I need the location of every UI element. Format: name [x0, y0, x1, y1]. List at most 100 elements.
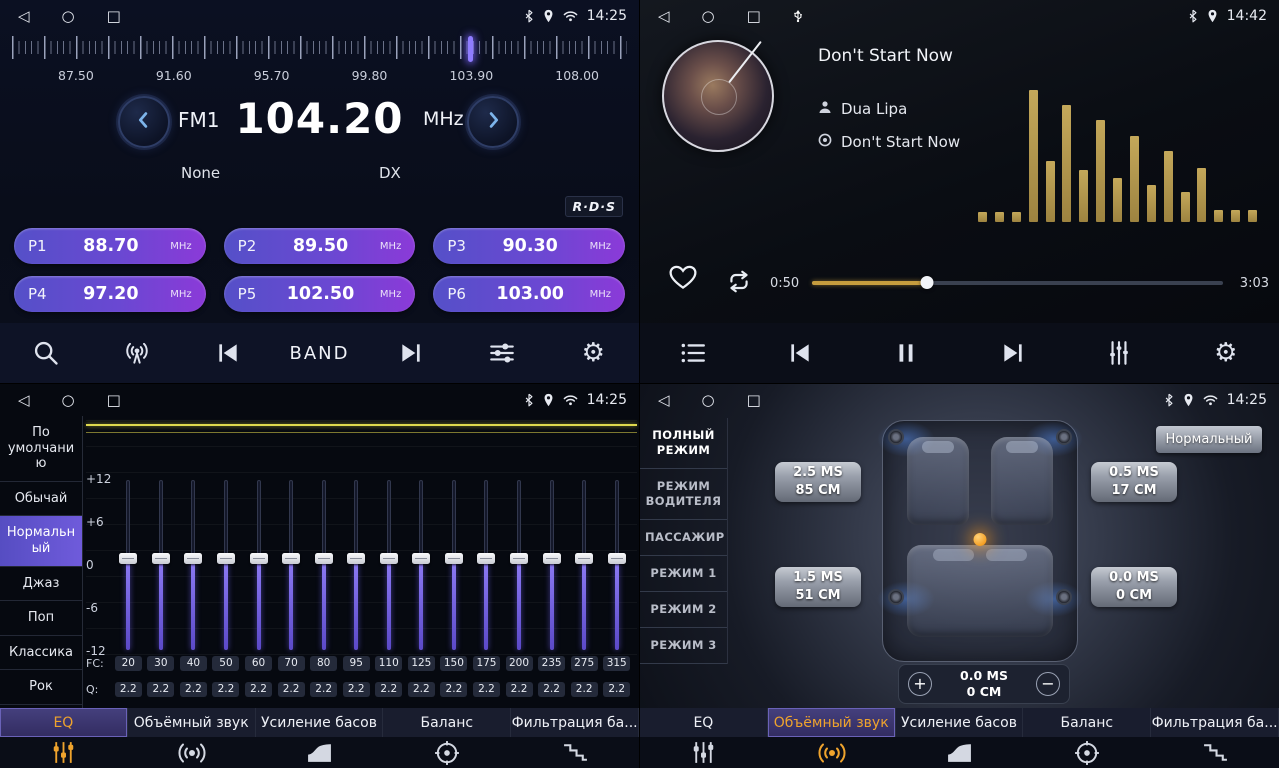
- preset-button-p4[interactable]: P497.20MHz: [14, 276, 206, 312]
- slider-handle[interactable]: [575, 553, 593, 564]
- surround-icon[interactable]: [128, 737, 256, 768]
- back-icon[interactable]: ◁: [658, 393, 670, 408]
- band-button[interactable]: BAND: [274, 343, 365, 364]
- equalizer-icon[interactable]: [456, 340, 547, 366]
- filter-icon[interactable]: [1151, 737, 1279, 768]
- slider-handle[interactable]: [477, 553, 495, 564]
- next-icon[interactable]: [960, 340, 1067, 366]
- playlist-icon[interactable]: [640, 340, 747, 366]
- home-icon[interactable]: ○: [702, 9, 715, 24]
- preset-button-p1[interactable]: P188.70MHz: [14, 228, 206, 264]
- recents-icon[interactable]: □: [107, 9, 121, 24]
- tune-up-button[interactable]: [467, 96, 519, 148]
- slider-handle[interactable]: [347, 553, 365, 564]
- slider-handle[interactable]: [543, 553, 561, 564]
- home-icon[interactable]: ○: [702, 393, 715, 408]
- eq-band-slider[interactable]: [470, 480, 503, 650]
- eq-band-slider[interactable]: [438, 480, 471, 650]
- eq-preset-6[interactable]: Классика: [0, 636, 82, 671]
- audio-tab-1[interactable]: EQ: [0, 708, 128, 737]
- mode-item-2[interactable]: РЕЖИМ ВОДИТЕЛЯ: [640, 469, 727, 520]
- delay-chip-front-right[interactable]: 0.5 MS17 CM: [1091, 462, 1177, 502]
- eq-band-slider[interactable]: [568, 480, 601, 650]
- delay-chip-front-left[interactable]: 2.5 MS85 CM: [775, 462, 861, 502]
- eq-preset-5[interactable]: Поп: [0, 601, 82, 636]
- audio-tab-3[interactable]: Усиление басов: [896, 708, 1024, 737]
- slider-handle[interactable]: [282, 553, 300, 564]
- progress-thumb[interactable]: [921, 276, 934, 289]
- frequency-scale[interactable]: 87.5091.6095.7099.80103.90108.00: [0, 32, 639, 86]
- slider-handle[interactable]: [510, 553, 528, 564]
- balance-icon[interactable]: [1023, 737, 1151, 768]
- eq-band-slider[interactable]: [177, 480, 210, 650]
- audio-tab-2[interactable]: Объёмный звук: [128, 708, 256, 737]
- eq-band-slider[interactable]: [275, 480, 308, 650]
- audio-tab-3[interactable]: Усиление басов: [256, 708, 384, 737]
- preset-button-p6[interactable]: P6103.00MHz: [433, 276, 625, 312]
- mode-item-4[interactable]: РЕЖИМ 1: [640, 556, 727, 592]
- balance-icon[interactable]: [383, 737, 511, 768]
- audio-tab-5[interactable]: Фильтрация ба...: [1151, 708, 1279, 737]
- mode-item-3[interactable]: ПАССАЖИР: [640, 520, 727, 556]
- surround-icon[interactable]: [768, 737, 896, 768]
- eq-band-slider[interactable]: [373, 480, 406, 650]
- filter-icon[interactable]: [511, 737, 639, 768]
- slider-handle[interactable]: [445, 553, 463, 564]
- eq-icon[interactable]: [640, 737, 768, 768]
- search-icon[interactable]: [0, 339, 91, 367]
- eq-band-slider[interactable]: [242, 480, 275, 650]
- mixer-icon[interactable]: [1066, 339, 1173, 367]
- mode-item-5[interactable]: РЕЖИМ 2: [640, 592, 727, 628]
- seek-bar[interactable]: [812, 281, 1223, 285]
- tuning-indicator[interactable]: [468, 36, 473, 62]
- audio-tab-4[interactable]: Баланс: [1023, 708, 1151, 737]
- preset-button-p5[interactable]: P5102.50MHz: [224, 276, 416, 312]
- next-icon[interactable]: [365, 340, 456, 366]
- mode-item-1[interactable]: ПОЛНЫЙ РЕЖИМ: [640, 418, 727, 469]
- eq-preset-2[interactable]: Обычай: [0, 482, 82, 517]
- increase-delay-button[interactable]: +: [908, 672, 932, 696]
- eq-band-slider[interactable]: [210, 480, 243, 650]
- delay-chip-rear-left[interactable]: 1.5 MS51 CM: [775, 567, 861, 607]
- recents-icon[interactable]: □: [107, 393, 121, 408]
- eq-band-slider[interactable]: [307, 480, 340, 650]
- audio-tab-5[interactable]: Фильтрация ба...: [511, 708, 639, 737]
- decrease-delay-button[interactable]: −: [1036, 672, 1060, 696]
- mode-item-6[interactable]: РЕЖИМ 3: [640, 628, 727, 664]
- settings-gear-icon[interactable]: ⚙: [1173, 340, 1279, 366]
- eq-icon[interactable]: [0, 737, 128, 768]
- home-icon[interactable]: ○: [62, 9, 75, 24]
- home-icon[interactable]: ○: [62, 393, 75, 408]
- recents-icon[interactable]: □: [747, 9, 761, 24]
- soundfield-preset-button[interactable]: Нормальный: [1156, 426, 1262, 453]
- bass-boost-icon[interactable]: [256, 737, 384, 768]
- eq-band-slider[interactable]: [145, 480, 178, 650]
- audio-tab-1[interactable]: EQ: [640, 708, 768, 737]
- previous-icon[interactable]: [747, 340, 854, 366]
- eq-band-slider[interactable]: [340, 480, 373, 650]
- eq-preset-1[interactable]: По умолчанию: [0, 416, 82, 482]
- eq-band-slider[interactable]: [535, 480, 568, 650]
- pause-icon[interactable]: [853, 340, 960, 366]
- listener-position-handle[interactable]: [974, 533, 987, 546]
- favorite-heart-icon[interactable]: [668, 264, 698, 295]
- previous-icon[interactable]: [183, 340, 274, 366]
- eq-preset-4[interactable]: Джаз: [0, 567, 82, 602]
- back-icon[interactable]: ◁: [18, 9, 30, 24]
- eq-preset-7[interactable]: Рок: [0, 670, 82, 705]
- eq-preset-3[interactable]: Нормальный: [0, 516, 82, 566]
- slider-handle[interactable]: [217, 553, 235, 564]
- audio-tab-2[interactable]: Объёмный звук: [768, 708, 896, 737]
- preset-button-p3[interactable]: P390.30MHz: [433, 228, 625, 264]
- eq-band-slider[interactable]: [112, 480, 145, 650]
- slider-handle[interactable]: [412, 553, 430, 564]
- slider-handle[interactable]: [380, 553, 398, 564]
- repeat-icon[interactable]: [726, 270, 752, 297]
- slider-handle[interactable]: [184, 553, 202, 564]
- settings-gear-icon[interactable]: ⚙: [548, 340, 639, 366]
- broadcast-icon[interactable]: [91, 340, 182, 366]
- recents-icon[interactable]: □: [747, 393, 761, 408]
- preset-button-p2[interactable]: P289.50MHz: [224, 228, 416, 264]
- eq-band-slider[interactable]: [503, 480, 536, 650]
- slider-handle[interactable]: [119, 553, 137, 564]
